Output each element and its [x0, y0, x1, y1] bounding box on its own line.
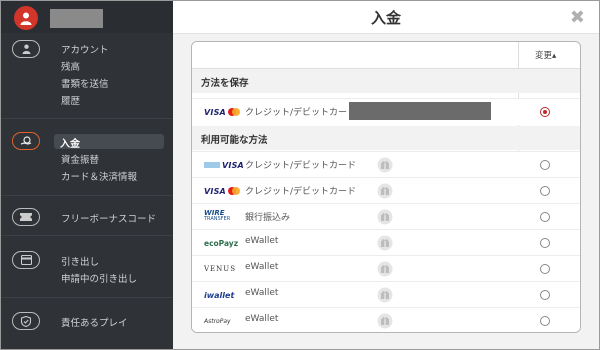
astropay-logo: AstroPay	[204, 317, 231, 325]
ecopayz-logo: ecoPayz	[204, 238, 239, 248]
saved-method-row[interactable]: VISA クレジット/デビットカード	[192, 98, 580, 125]
sidebar-item-card-payment[interactable]: カード＆決済情報	[61, 169, 137, 183]
bonus-gift-icon	[377, 183, 393, 199]
change-sort-button[interactable]: 変更▴	[535, 49, 556, 61]
account-icon[interactable]	[12, 40, 40, 58]
bonus-gift-icon	[377, 313, 393, 329]
sidebar-item-balance[interactable]: 残高	[61, 59, 80, 73]
sidebar-item-pending-withdraw[interactable]: 申請中の引き出し	[61, 271, 137, 285]
sidebar-item-deposit[interactable]: 入金	[54, 134, 164, 150]
available-methods-title: 利用可能な方法	[201, 135, 268, 146]
sidebar-header	[1, 1, 173, 33]
bonus-gift-icon	[377, 209, 393, 225]
method-row[interactable]: VENUS eWallet	[192, 255, 580, 282]
saved-methods-title: 方法を保存	[201, 78, 249, 89]
visa-electron-logo: VISA	[204, 159, 244, 171]
user-icon	[20, 12, 32, 25]
modal-header: 入金 ✖	[173, 1, 599, 34]
card-number-masked	[349, 102, 491, 120]
sidebar-item-send-documents[interactable]: 書類を送信	[61, 76, 109, 90]
bonus-gift-icon	[377, 287, 393, 303]
bonus-gift-icon	[377, 261, 393, 277]
method-name: クレジット/デビットカード	[245, 161, 357, 171]
close-button[interactable]: ✖	[570, 7, 585, 28]
method-row[interactable]: iwallet eWallet	[192, 281, 580, 308]
method-radio[interactable]	[540, 264, 550, 274]
username-masked	[50, 9, 103, 28]
sidebar-divider	[1, 118, 173, 119]
wire-transfer-logo: WIRE TRANSFER	[204, 209, 231, 223]
method-name: クレジット/デビットカード	[245, 187, 357, 197]
sidebar-item-responsible-play[interactable]: 責任あるプレイ	[61, 315, 128, 329]
sidebar: アカウント 残高 書類を送信 履歴 入金 資金振替 カード＆決済情報 フリーボー…	[1, 1, 173, 349]
method-name: eWallet	[245, 236, 279, 246]
available-methods-section-header: 利用可能な方法	[192, 126, 580, 150]
app-window: アカウント 残高 書類を送信 履歴 入金 資金振替 カード＆決済情報 フリーボー…	[0, 0, 600, 350]
method-radio[interactable]	[540, 212, 550, 222]
method-name: eWallet	[245, 288, 279, 298]
method-row[interactable]: WIRE TRANSFER 銀行振込み	[192, 203, 580, 230]
sidebar-divider	[1, 235, 173, 236]
sidebar-item-withdraw[interactable]: 引き出し	[61, 254, 99, 268]
sidebar-item-deposit-label: 入金	[60, 139, 80, 150]
method-radio[interactable]	[540, 107, 550, 117]
bonus-gift-icon	[377, 157, 393, 173]
sidebar-item-bonus-code[interactable]: フリーボーナスコード	[61, 211, 156, 225]
bonus-gift-icon	[377, 235, 393, 251]
shield-icon[interactable]	[12, 312, 40, 330]
sidebar-item-account[interactable]: アカウント	[61, 42, 109, 56]
sidebar-divider	[1, 297, 173, 298]
saved-methods-section-header: 方法を保存	[192, 69, 580, 93]
bonus-ticket-icon[interactable]	[12, 208, 40, 226]
panel-header: 変更▴	[192, 42, 580, 69]
deposit-icon[interactable]	[12, 132, 40, 150]
iwallet-logo: iwallet	[204, 290, 235, 300]
method-radio[interactable]	[540, 316, 550, 326]
avatar[interactable]	[14, 6, 38, 30]
method-name: 銀行振込み	[245, 213, 291, 223]
payment-methods-panel: 変更▴ 方法を保存 VISA クレジット/デビットカード 利用可能な方法 VIS…	[191, 41, 581, 333]
method-name: クレジット/デビットカード	[245, 108, 357, 118]
sidebar-item-history[interactable]: 履歴	[61, 93, 80, 107]
deposit-modal: 入金 ✖ 変更▴ 方法を保存 VISA クレジット/デビットカード 利用可能な方…	[173, 1, 599, 349]
method-radio[interactable]	[540, 160, 550, 170]
visa-mastercard-logo: VISA	[204, 185, 240, 197]
sidebar-divider	[1, 195, 173, 196]
method-row[interactable]: VISA クレジット/デビットカード	[192, 177, 580, 204]
withdraw-icon[interactable]	[12, 251, 40, 269]
method-radio[interactable]	[540, 238, 550, 248]
method-name: eWallet	[245, 262, 279, 272]
method-radio[interactable]	[540, 290, 550, 300]
visa-mastercard-logo: VISA	[204, 106, 240, 118]
method-row[interactable]: ecoPayz eWallet	[192, 229, 580, 256]
method-row[interactable]: VISA クレジット/デビットカード	[192, 151, 580, 178]
sidebar-item-transfer[interactable]: 資金振替	[61, 152, 99, 166]
modal-title: 入金	[370, 9, 401, 27]
venus-logo: VENUS	[204, 265, 236, 273]
method-name: eWallet	[245, 314, 279, 324]
method-radio[interactable]	[540, 186, 550, 196]
method-row[interactable]: AstroPay eWallet	[192, 307, 580, 332]
